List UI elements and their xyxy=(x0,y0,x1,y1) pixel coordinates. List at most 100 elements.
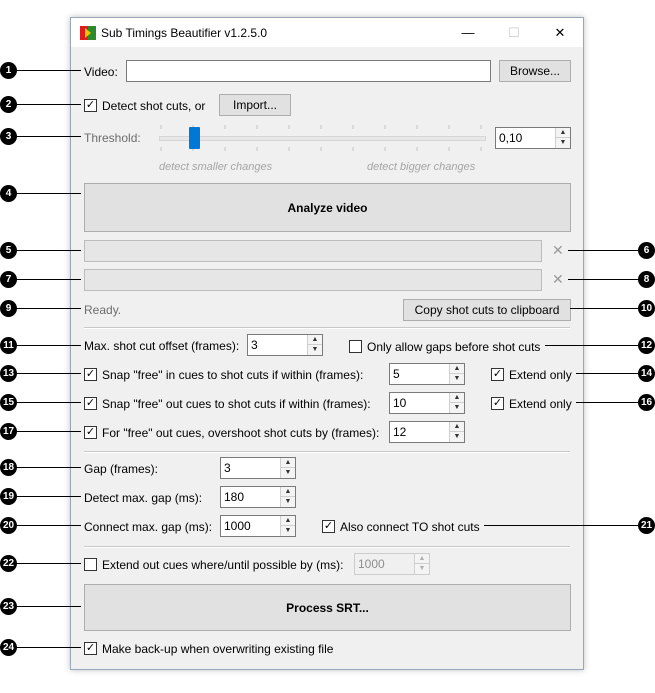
callout-marker-14: 14 xyxy=(638,365,655,382)
snap-in-checkbox[interactable]: ✓ xyxy=(84,368,97,381)
callout-marker-12: 12 xyxy=(638,337,655,354)
only-gaps-checkbox[interactable] xyxy=(349,340,362,353)
callout-leader xyxy=(17,308,81,309)
callout-leader xyxy=(17,496,81,497)
also-connect-checkbox[interactable]: ✓ xyxy=(322,520,335,533)
minimize-button[interactable]: — xyxy=(445,18,491,47)
snap-in-extend-label: Extend only xyxy=(509,368,572,382)
spin-up-icon[interactable]: ▲ xyxy=(281,458,295,468)
separator-1 xyxy=(84,327,570,329)
overshoot-checkbox[interactable]: ✓ xyxy=(84,426,97,439)
threshold-hint-bigger: detect bigger changes xyxy=(367,161,476,173)
spin-down-icon[interactable]: ▼ xyxy=(450,403,464,413)
spin-down-icon[interactable]: ▼ xyxy=(281,497,295,507)
progress-bar-1 xyxy=(84,240,542,262)
detect-gap-label: Detect max. gap (ms): xyxy=(84,491,203,505)
threshold-spinbox[interactable]: 0,10 ▲ ▼ xyxy=(495,127,571,149)
slider-thumb[interactable] xyxy=(189,127,200,149)
video-label: Video: xyxy=(84,65,118,79)
separator-2 xyxy=(84,451,570,453)
spin-arrows: ▲ ▼ xyxy=(307,335,322,355)
spin-down-icon[interactable]: ▼ xyxy=(450,432,464,442)
clear-progress-2-icon[interactable]: ✕ xyxy=(552,271,564,288)
callout-marker-13: 13 xyxy=(0,365,17,382)
threshold-slider[interactable] xyxy=(159,123,486,157)
spin-up-icon[interactable]: ▲ xyxy=(281,487,295,497)
import-button[interactable]: Import... xyxy=(219,94,291,116)
extend-out-checkbox[interactable] xyxy=(84,558,97,571)
spin-down-icon[interactable]: ▼ xyxy=(308,345,322,355)
overshoot-spinbox[interactable]: 12 ▲ ▼ xyxy=(389,421,465,443)
app-window: Sub Timings Beautifier v1.2.5.0 — ☐ ✕ Vi… xyxy=(70,17,584,670)
spin-arrows: ▲ ▼ xyxy=(280,458,295,478)
snap-in-spinbox[interactable]: 5 ▲ ▼ xyxy=(389,363,465,385)
spin-down-icon[interactable]: ▼ xyxy=(450,374,464,384)
callout-leader xyxy=(17,136,81,137)
callout-marker-16: 16 xyxy=(638,394,655,411)
gap-spinbox[interactable]: 3 ▲ ▼ xyxy=(220,457,296,479)
callout-leader xyxy=(17,373,81,374)
callout-leader xyxy=(17,431,81,432)
copy-shot-cuts-button[interactable]: Copy shot cuts to clipboard xyxy=(403,299,571,321)
callout-marker-3: 3 xyxy=(0,128,17,145)
callout-leader xyxy=(17,279,81,280)
snap-out-extend-checkbox[interactable]: ✓ xyxy=(491,397,504,410)
extend-out-spinbox[interactable]: 1000 ▲ ▼ xyxy=(354,553,430,575)
spin-down-icon[interactable]: ▼ xyxy=(281,468,295,478)
spin-up-icon[interactable]: ▲ xyxy=(450,393,464,403)
spin-up-icon[interactable]: ▲ xyxy=(308,335,322,345)
callout-leader xyxy=(484,525,638,526)
callout-marker-23: 23 xyxy=(0,598,17,615)
maximize-button[interactable]: ☐ xyxy=(491,18,537,47)
snap-out-value: 10 xyxy=(393,396,407,410)
process-srt-button[interactable]: Process SRT... xyxy=(84,584,571,631)
snap-out-spinbox[interactable]: 10 ▲ ▼ xyxy=(389,392,465,414)
callout-leader xyxy=(17,563,81,564)
clear-progress-1-icon[interactable]: ✕ xyxy=(552,242,564,259)
callout-leader xyxy=(17,70,81,71)
also-connect-label: Also connect TO shot cuts xyxy=(340,520,480,534)
spin-up-icon[interactable]: ▲ xyxy=(450,364,464,374)
snap-out-checkbox[interactable]: ✓ xyxy=(84,397,97,410)
callout-leader xyxy=(17,606,81,607)
snap-out-label: Snap "free" out cues to shot cuts if wit… xyxy=(102,397,371,411)
spin-down-icon[interactable]: ▼ xyxy=(281,526,295,536)
close-button[interactable]: ✕ xyxy=(537,18,583,47)
detect-shot-cuts-checkbox[interactable]: ✓ xyxy=(84,99,97,112)
callout-marker-20: 20 xyxy=(0,517,17,534)
spin-down-icon[interactable]: ▼ xyxy=(556,138,570,148)
title-bar[interactable]: Sub Timings Beautifier v1.2.5.0 — ☐ ✕ xyxy=(71,18,583,47)
spin-arrows: ▲ ▼ xyxy=(280,487,295,507)
overshoot-value: 12 xyxy=(393,425,407,439)
detect-gap-value: 180 xyxy=(224,490,245,504)
callout-marker-24: 24 xyxy=(0,639,17,656)
callout-marker-5: 5 xyxy=(0,242,17,259)
callout-leader xyxy=(545,345,638,346)
spin-down-icon[interactable]: ▼ xyxy=(415,564,429,574)
backup-checkbox[interactable]: ✓ xyxy=(84,642,97,655)
connect-gap-spinbox[interactable]: 1000 ▲ ▼ xyxy=(220,515,296,537)
spin-arrows: ▲ ▼ xyxy=(414,554,429,574)
snap-in-extend-checkbox[interactable]: ✓ xyxy=(491,368,504,381)
max-offset-spinbox[interactable]: 3 ▲ ▼ xyxy=(247,334,323,356)
analyze-video-button[interactable]: Analyze video xyxy=(84,183,571,232)
spin-up-icon[interactable]: ▲ xyxy=(281,516,295,526)
spin-up-icon[interactable]: ▲ xyxy=(415,554,429,564)
callout-marker-6: 6 xyxy=(638,242,655,259)
spin-arrows: ▲ ▼ xyxy=(449,364,464,384)
spin-arrows: ▲ ▼ xyxy=(555,128,570,148)
video-path-input[interactable] xyxy=(126,60,491,82)
extend-out-value: 1000 xyxy=(358,557,385,571)
callout-marker-22: 22 xyxy=(0,555,17,572)
callout-marker-10: 10 xyxy=(638,300,655,317)
detect-gap-spinbox[interactable]: 180 ▲ ▼ xyxy=(220,486,296,508)
progress-bar-2 xyxy=(84,269,542,291)
max-offset-value: 3 xyxy=(251,338,258,352)
spin-up-icon[interactable]: ▲ xyxy=(556,128,570,138)
threshold-label: Threshold: xyxy=(84,131,141,145)
callout-marker-15: 15 xyxy=(0,394,17,411)
callout-leader xyxy=(568,279,638,280)
browse-button[interactable]: Browse... xyxy=(499,60,571,82)
spin-up-icon[interactable]: ▲ xyxy=(450,422,464,432)
callout-marker-2: 2 xyxy=(0,96,17,113)
